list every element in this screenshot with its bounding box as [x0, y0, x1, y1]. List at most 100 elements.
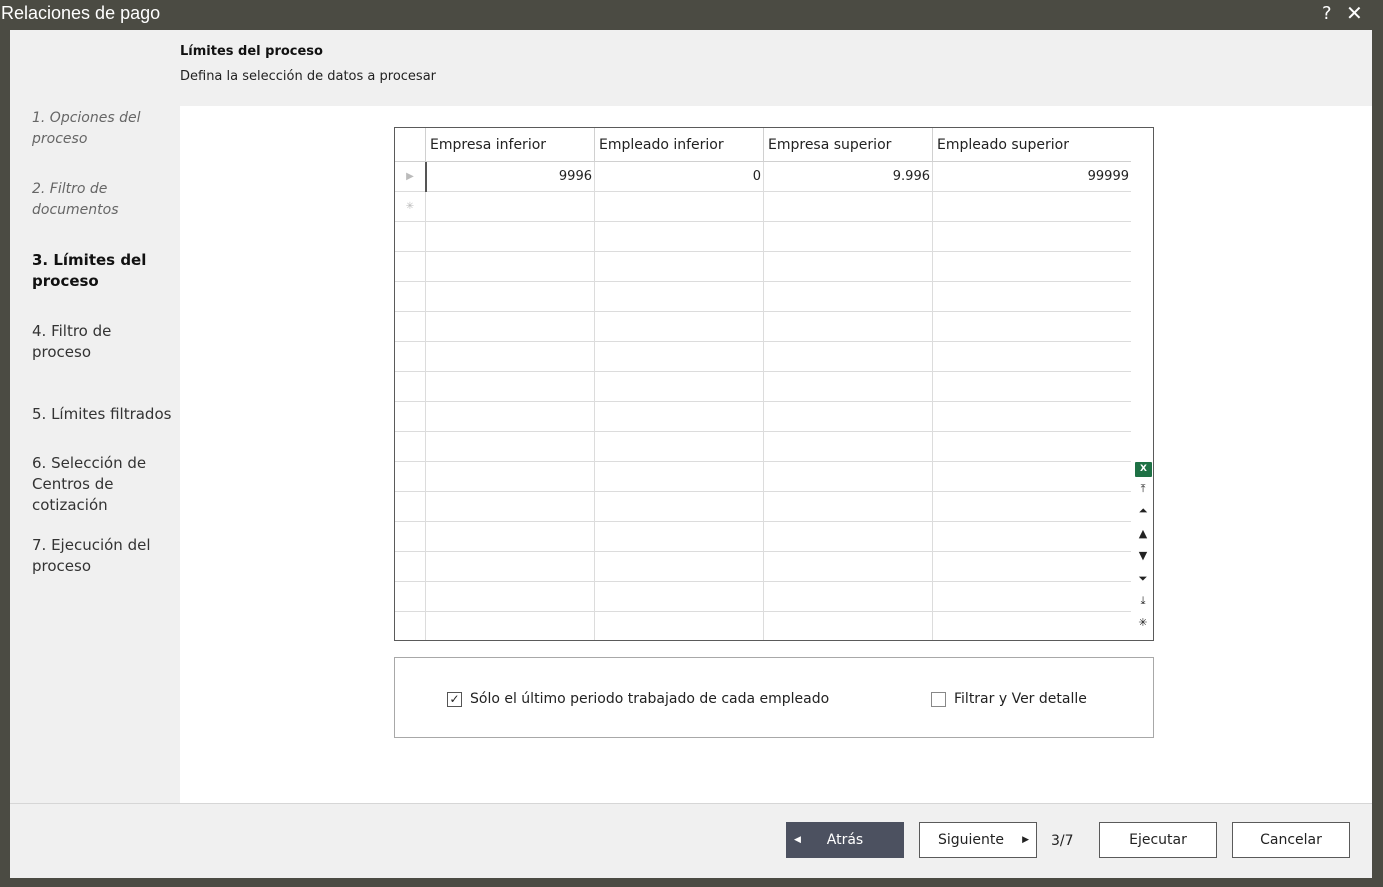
step-1-opciones[interactable]: 1. Opciones del proceso	[32, 108, 172, 150]
cell-empty	[425, 312, 594, 342]
first-record-icon[interactable]: ⤒	[1133, 482, 1153, 504]
step-header: Límites del proceso Defina la selección …	[180, 44, 436, 84]
cell-empty	[594, 582, 763, 612]
empty-row	[395, 342, 1131, 372]
last-record-icon[interactable]: ⤓	[1133, 594, 1153, 616]
cell-empty	[594, 492, 763, 522]
cell-empresa-inferior[interactable]: 9996	[425, 162, 594, 192]
cell-empty	[932, 612, 1131, 640]
next-record-icon[interactable]: ▼	[1133, 549, 1153, 571]
empty-row	[395, 522, 1131, 552]
cell-empty	[763, 342, 932, 372]
next-page-icon[interactable]: ⏷	[1133, 572, 1153, 594]
cell-empresa-superior[interactable]: 9.996	[763, 162, 932, 192]
empty-row	[395, 312, 1131, 342]
cell-empty	[425, 432, 594, 462]
cell-empty	[763, 252, 932, 282]
last-period-label: Sólo el último periodo trabajado de cada…	[470, 691, 830, 707]
last-period-checkbox[interactable]: ✓ Sólo el último periodo trabajado de ca…	[447, 690, 829, 708]
cell-empty[interactable]	[763, 192, 932, 222]
cell-empty	[763, 462, 932, 492]
cell-empty	[425, 462, 594, 492]
page-indicator: 3/7	[1051, 833, 1074, 849]
column-header-empresa-superior[interactable]: Empresa superior	[763, 128, 932, 162]
cell-empty	[932, 282, 1131, 312]
cell-empty	[425, 552, 594, 582]
cell-empty	[932, 312, 1131, 342]
cell-empty	[763, 372, 932, 402]
step-4-filtro-proceso[interactable]: 4. Filtro de proceso	[32, 321, 172, 363]
empty-row	[395, 282, 1131, 312]
cell-empty	[932, 432, 1131, 462]
column-header-empleado-inferior[interactable]: Empleado inferior	[594, 128, 763, 162]
cell-empty	[594, 522, 763, 552]
cell-empty	[763, 222, 932, 252]
cell-empty	[425, 252, 594, 282]
step-2-filtro-documentos[interactable]: 2. Filtro de documentos	[32, 179, 172, 221]
table-row[interactable]: ▶ 9996 0 9.996 99999	[395, 162, 1131, 192]
cell-empty	[594, 432, 763, 462]
cell-empty	[594, 462, 763, 492]
next-button[interactable]: Siguiente ▶	[919, 822, 1037, 858]
cell-empty	[425, 222, 594, 252]
grid-header: Empresa inferior Empleado inferior Empre…	[395, 128, 1131, 162]
cell-empty	[763, 552, 932, 582]
cell-empty	[932, 252, 1131, 282]
cell-empty	[763, 402, 932, 432]
cell-empty	[763, 582, 932, 612]
step-3-limites-proceso[interactable]: 3. Límites del proceso	[32, 250, 172, 292]
new-record-icon[interactable]: ✳	[1133, 616, 1153, 638]
back-button[interactable]: ◀ Atrás	[786, 822, 904, 858]
cell-empleado-superior[interactable]: 99999	[932, 162, 1131, 192]
empty-row	[395, 612, 1131, 640]
excel-export-icon[interactable]: X	[1133, 458, 1153, 480]
empty-row	[395, 492, 1131, 522]
cell-empty	[763, 492, 932, 522]
cell-empty[interactable]	[425, 192, 594, 222]
previous-record-icon[interactable]: ▲	[1133, 527, 1153, 549]
new-row-icon: ✳	[405, 201, 415, 212]
cell-empty	[594, 312, 763, 342]
limits-grid[interactable]: Empresa inferior Empleado inferior Empre…	[394, 127, 1154, 641]
execute-button[interactable]: Ejecutar	[1099, 822, 1217, 858]
chevron-left-icon: ◀	[794, 835, 801, 845]
cell-empty	[425, 612, 594, 640]
cell-empty	[932, 402, 1131, 432]
cell-empty	[763, 522, 932, 552]
cell-empleado-inferior[interactable]: 0	[594, 162, 763, 192]
cell-empty	[594, 252, 763, 282]
cell-empty	[932, 462, 1131, 492]
cell-empty	[425, 342, 594, 372]
cell-empty	[932, 372, 1131, 402]
cell-empty	[763, 432, 932, 462]
cell-empty	[932, 222, 1131, 252]
filter-detail-checkbox[interactable]: Filtrar y Ver detalle	[931, 690, 1087, 708]
cell-empty	[932, 552, 1131, 582]
empty-row	[395, 222, 1131, 252]
new-row[interactable]: ✳	[395, 192, 1131, 222]
cell-empty	[594, 342, 763, 372]
cell-empty[interactable]	[932, 192, 1131, 222]
empty-row	[395, 252, 1131, 282]
step-7-ejecucion[interactable]: 7. Ejecución del proceso	[32, 535, 172, 577]
step-6-centros-cotizacion[interactable]: 6. Selección de Centros de cotización	[32, 453, 172, 516]
column-header-empresa-inferior[interactable]: Empresa inferior	[425, 128, 594, 162]
cell-empty	[425, 372, 594, 402]
cell-empty	[932, 522, 1131, 552]
cell-empty	[425, 282, 594, 312]
cell-empty	[932, 342, 1131, 372]
step-5-limites-filtrados[interactable]: 5. Límites filtrados	[32, 404, 182, 425]
cell-empty	[425, 492, 594, 522]
cell-empty[interactable]	[594, 192, 763, 222]
cell-empty	[594, 402, 763, 432]
empty-row	[395, 402, 1131, 432]
cancel-button[interactable]: Cancelar	[1232, 822, 1350, 858]
cell-empty	[763, 282, 932, 312]
previous-page-icon[interactable]: ⏶	[1133, 504, 1153, 526]
help-icon[interactable]: ?	[1322, 3, 1332, 24]
cell-empty	[594, 222, 763, 252]
close-icon[interactable]: ✕	[1346, 1, 1363, 25]
dialog-window: Relaciones de pago ? ✕ Límites del proce…	[0, 0, 1383, 887]
column-header-empleado-superior[interactable]: Empleado superior	[932, 128, 1131, 162]
dialog-client: Límites del proceso Defina la selección …	[10, 30, 1372, 878]
